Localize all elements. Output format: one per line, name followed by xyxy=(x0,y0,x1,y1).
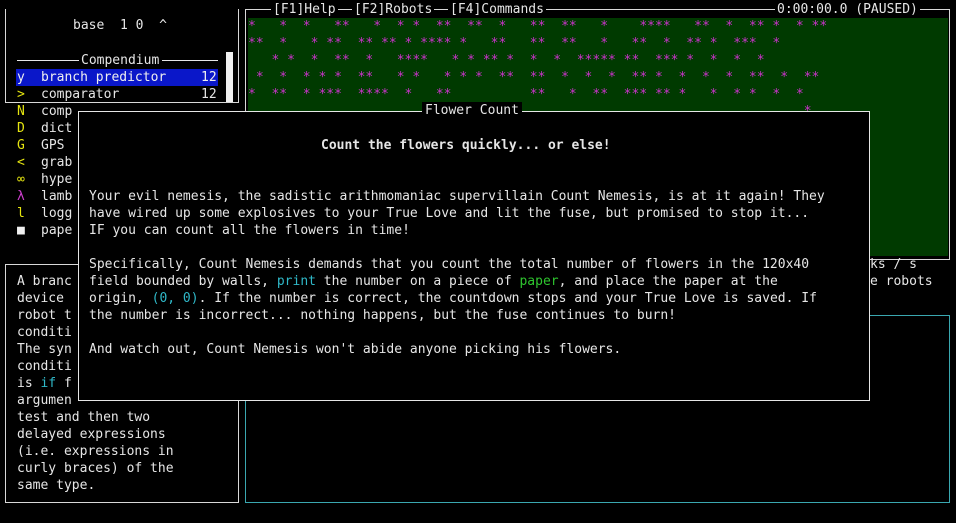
compendium-divider-right xyxy=(162,60,218,61)
dialog-text: have wired up some explosives to your Tr… xyxy=(89,206,810,221)
description-line: argumen xyxy=(17,393,72,408)
help-menu[interactable]: [F1]Help xyxy=(271,1,338,18)
list-item[interactable]: dict xyxy=(41,120,72,137)
description-line: conditi xyxy=(17,325,72,340)
item-glyph: λ xyxy=(17,189,25,204)
list-item[interactable]: comparator xyxy=(41,86,119,103)
list-item[interactable]: lamb xyxy=(41,188,72,205)
inventory-scrollbar[interactable] xyxy=(226,52,233,102)
list-item[interactable]: grab xyxy=(41,154,72,171)
dialog-text: origin, (0, 0). If the number is correct… xyxy=(89,291,817,306)
dialog-text: And watch out, Count Nemesis won't abide… xyxy=(89,342,622,357)
robots-menu[interactable]: [F2]Robots xyxy=(352,1,435,18)
dialog-text: Your evil nemesis, the sadistic arithmom… xyxy=(89,189,825,204)
list-item[interactable]: comp xyxy=(41,103,72,120)
item-glyph: y xyxy=(17,70,25,85)
inventory-header: base 1 0 ^ xyxy=(73,18,167,33)
item-glyph: l xyxy=(17,206,25,221)
dialog-text: IF you can count all the flowers in time… xyxy=(89,223,410,238)
list-item[interactable]: hype xyxy=(41,171,72,188)
grid-row: * ** * *** **** * ** ** * ** *** ** * * … xyxy=(248,87,804,102)
coordinate-origin: (0, 0) xyxy=(151,291,199,306)
description-line: same type. xyxy=(17,478,96,493)
item-label: branch predictor xyxy=(41,70,167,85)
item-glyph: < xyxy=(17,155,25,170)
grid-row: * * * ** * **** * * ** * * * ***** ** **… xyxy=(248,53,765,68)
compendium-title: Compendium xyxy=(81,53,160,68)
description-line: device xyxy=(17,291,72,306)
description-line-if: is if f xyxy=(17,376,72,391)
item-glyph: G xyxy=(17,138,25,153)
description-line: conditi xyxy=(17,359,72,374)
item-count: 12 xyxy=(201,87,217,102)
dialog-text: field bounded by walls, print the number… xyxy=(89,274,778,289)
description-line: The syn xyxy=(17,342,72,357)
dialog-text: the number is incorrect... nothing happe… xyxy=(89,308,676,323)
item-glyph: D xyxy=(17,121,25,136)
description-line: delayed expressions xyxy=(17,427,166,442)
grid-row: ** * * ** ** ** * **** * ** ** ** * ** *… xyxy=(248,36,781,51)
item-glyph: ∞ xyxy=(17,172,25,187)
ticks-status: ks / s xyxy=(870,257,917,272)
description-line: test and then two xyxy=(17,410,151,425)
description-line: A branc xyxy=(17,274,72,289)
item-count: 12 xyxy=(201,70,217,85)
dialog-title: Flower Count xyxy=(422,102,522,119)
compendium-divider xyxy=(17,60,79,61)
list-item[interactable]: pape xyxy=(41,222,72,239)
grid-row: * * * ** * * * ** ** * ** ** * **** ** *… xyxy=(248,19,828,34)
goal-dialog: Count the flowers quickly... or else! Yo… xyxy=(78,111,870,401)
robots-status: e robots xyxy=(870,274,933,289)
game-clock: 0:00:00.0 (PAUSED) xyxy=(775,1,920,18)
entity-paper: paper xyxy=(519,274,559,289)
command-print: print xyxy=(276,274,316,289)
description-line: robot t xyxy=(17,308,72,323)
description-line: (i.e. expressions in xyxy=(17,444,174,459)
item-glyph: N xyxy=(17,104,25,119)
list-item[interactable]: logg xyxy=(41,205,72,222)
item-glyph: ■ xyxy=(17,223,25,238)
list-item[interactable]: GPS xyxy=(41,137,64,154)
dialog-text: Specifically, Count Nemesis demands that… xyxy=(89,257,810,272)
item-glyph: > xyxy=(17,87,25,102)
dialog-heading: Count the flowers quickly... or else! xyxy=(321,138,611,153)
commands-menu[interactable]: [F4]Commands xyxy=(448,1,546,18)
grid-row: * * * * * ** * * * * * ** ** * * * ** * … xyxy=(248,70,820,85)
description-line: curly braces) of the xyxy=(17,461,174,476)
